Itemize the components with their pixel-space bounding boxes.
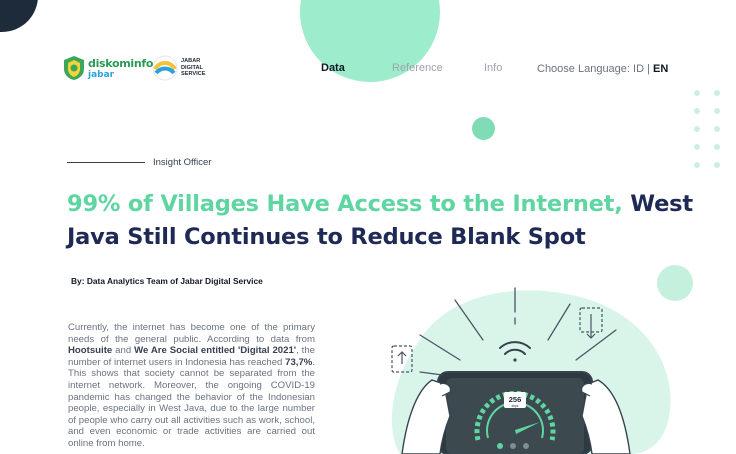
article-body: Currently, the internet has become one o… [68,322,315,449]
diskominfo-logo[interactable]: diskominfo jabar [62,55,153,83]
category-label: Insight Officer [153,157,212,168]
nav-item-data[interactable]: Data [321,62,345,74]
small-mint-dot-decoration [472,117,495,140]
language-switcher: Choose Language: ID | EN [537,63,668,75]
language-label: Choose Language: [537,63,634,75]
diskominfo-logo-text: diskominfo [88,57,154,70]
nav-item-reference[interactable]: Reference [392,62,443,74]
diskominfo-logo-subtext: jabar [88,70,115,80]
jds-emblem-icon [152,55,178,81]
language-separator: | [644,63,654,75]
title-highlight: 99% of Villages Have Access to the Inter… [67,191,623,217]
nav-item-info[interactable]: Info [484,62,502,74]
category-divider [67,162,145,163]
language-option-id[interactable]: ID [633,63,644,75]
hootsuite-highlight: Hootsuite [68,345,113,357]
jabar-digital-service-logo[interactable]: JABAR DIGITAL SERVICE [152,55,216,83]
speed-value: 256 [509,395,522,404]
diskominfo-emblem-icon [64,56,84,80]
language-option-en[interactable]: EN [653,63,668,75]
we-are-social-highlight: We Are Social entitled 'Digital 2021' [134,345,297,357]
phone-signal-illustration: 256 kbps [391,287,671,454]
speed-unit: kbps [512,404,519,408]
percent-highlight: 73,7% [285,356,313,368]
article-title: 99% of Villages Have Access to the Inter… [67,188,707,254]
jds-logo-text: JABAR DIGITAL SERVICE [181,58,206,78]
article-byline: By: Data Analytics Team of Jabar Digital… [71,276,263,286]
corner-circle-decoration [0,0,38,32]
